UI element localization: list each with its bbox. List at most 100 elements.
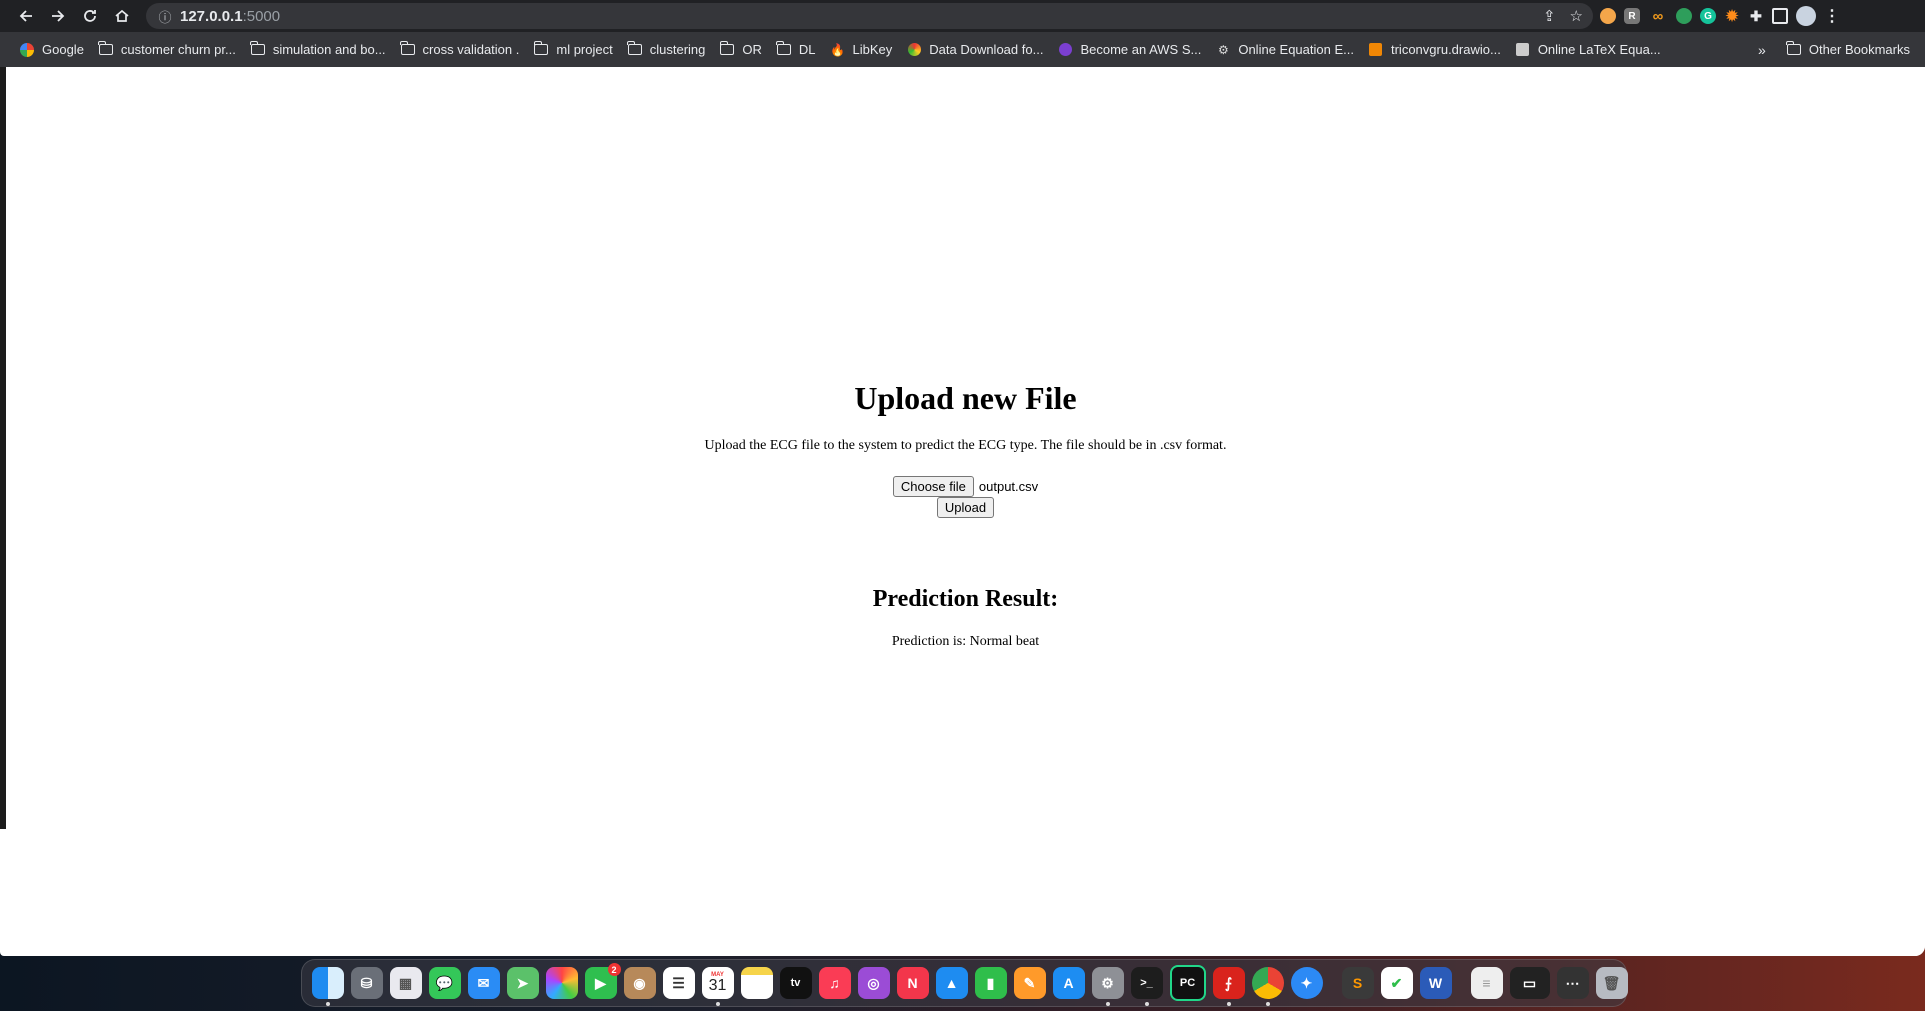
news-icon[interactable]: N — [896, 967, 929, 999]
facetime-icon[interactable]: ▶ 2 — [584, 963, 621, 999]
window-edge — [0, 67, 6, 829]
bookmark-item[interactable]: clustering — [620, 37, 713, 63]
system-settings-icon[interactable]: ⚙ — [1091, 967, 1124, 1006]
choose-file-button[interactable]: Choose file — [892, 476, 974, 497]
folder-icon — [400, 41, 416, 57]
upload-form: Choose file output.csv Upload — [6, 476, 1925, 518]
extension-infinity-icon[interactable]: ∞ — [1648, 8, 1668, 25]
acrobat-icon[interactable]: ⨍ — [1212, 967, 1245, 1006]
page-content: Upload new File Upload the ECG file to t… — [6, 67, 1925, 956]
bookmark-item[interactable]: triconvgru.drawio... — [1361, 37, 1508, 63]
upload-button[interactable]: Upload — [936, 497, 995, 518]
notes-icon[interactable] — [740, 967, 773, 999]
keynote-icon[interactable]: ▲ — [935, 967, 968, 999]
bookmark-item[interactable]: OR — [712, 37, 769, 63]
extension-orange-icon[interactable] — [1600, 8, 1616, 24]
prediction-heading: Prediction Result: — [872, 586, 1059, 612]
bookmark-item[interactable]: cross validation . — [393, 37, 527, 63]
site-info-icon[interactable]: ⓘ — [154, 7, 176, 26]
forward-arrow-icon[interactable] — [42, 0, 74, 32]
maps-icon[interactable]: ➤ — [506, 967, 539, 999]
pages-icon[interactable]: ✎ — [1013, 967, 1046, 999]
bookmark-label: triconvgru.drawio... — [1390, 42, 1501, 57]
address-bar[interactable]: ⓘ 127.0.0.1:5000 ⇪ ☆ — [146, 3, 1593, 29]
apple-tv-icon[interactable]: tv — [779, 967, 812, 999]
home-icon[interactable] — [106, 0, 138, 32]
reload-icon[interactable] — [74, 0, 106, 32]
extension-translate-icon[interactable]: R — [1624, 8, 1640, 24]
bookmark-item[interactable]: ⚙ Online Equation E... — [1208, 37, 1361, 63]
share-icon[interactable]: ⇪ — [1543, 7, 1556, 25]
screen-stack-icon[interactable]: ▭ — [1509, 967, 1550, 999]
downloads-stack-icon[interactable]: ⋯ — [1556, 967, 1589, 999]
bookmark-item[interactable]: Become an AWS S... — [1050, 37, 1208, 63]
bookmark-label: Other Bookmarks — [1808, 42, 1910, 57]
launchpad-icon[interactable]: ▦ — [389, 967, 422, 999]
bookmark-item[interactable]: customer churn pr... — [91, 37, 243, 63]
document-icon[interactable]: ≡ — [1470, 967, 1503, 999]
calendar-icon[interactable]: MAY 31 — [701, 967, 734, 1006]
bookmark-item[interactable]: Data Download fo... — [899, 37, 1050, 63]
folder-icon — [627, 41, 643, 57]
flame-icon: 🔥 — [830, 42, 845, 57]
bookmark-label: cross validation . — [422, 42, 520, 57]
bookmark-item[interactable]: DL — [769, 37, 823, 63]
disk-utility-icon[interactable]: ⛁ — [350, 967, 383, 999]
prediction-result: Prediction is: Normal beat — [891, 634, 1040, 649]
sublime-text-icon[interactable]: S — [1341, 967, 1374, 999]
extensions-area: R ∞ G ✹ ✚ ⋮ — [1600, 0, 1840, 32]
finder-icon[interactable] — [311, 967, 344, 1006]
back-arrow-icon[interactable] — [10, 0, 42, 32]
bookmark-item[interactable]: simulation and bo... — [243, 37, 393, 63]
bookmark-label: ml project — [556, 42, 613, 57]
messages-icon[interactable]: 💬 — [428, 967, 461, 999]
bookmark-label: DL — [798, 42, 816, 57]
chrome-icon[interactable] — [1251, 967, 1284, 1006]
mail-icon[interactable]: ✉ — [467, 967, 500, 999]
music-icon[interactable]: ♫ — [818, 967, 851, 999]
bookmark-label: Become an AWS S... — [1080, 42, 1202, 57]
browser-window: ⓘ 127.0.0.1:5000 ⇪ ☆ R ∞ G ✹ ✚ ⋮ Google c… — [0, 0, 1925, 956]
bookmarks-bar: Google customer churn pr... simulation and… — [0, 32, 1925, 68]
contacts-icon[interactable]: ◉ — [623, 967, 656, 999]
terminal-icon[interactable]: >_ — [1130, 967, 1163, 1006]
bookmark-label: OR — [742, 42, 762, 57]
bookmark-label: Online LaTeX Equa... — [1537, 42, 1661, 57]
more-bookmarks-chevron-icon[interactable]: » — [1758, 32, 1766, 67]
url-host: 127.0.0.1 — [180, 7, 243, 25]
bookmark-item[interactable]: Online LaTeX Equa... — [1508, 37, 1668, 63]
folder-icon — [533, 41, 549, 57]
folder-icon — [719, 41, 735, 57]
photos-icon[interactable] — [545, 967, 578, 999]
podcasts-icon[interactable]: ◎ — [857, 967, 890, 999]
folder-icon — [250, 41, 266, 57]
bookmark-label: clustering — [649, 42, 706, 57]
bookmark-item[interactable]: 🔥 LibKey — [823, 37, 900, 63]
side-panel-icon[interactable] — [1772, 8, 1788, 24]
bookmark-label: Data Download fo... — [929, 42, 1044, 57]
folder-icon — [98, 41, 114, 57]
grammarly-icon[interactable]: G — [1700, 8, 1716, 24]
facetime-badge: 2 — [607, 963, 621, 976]
bookmark-label: LibKey — [852, 42, 893, 57]
reminders-icon[interactable]: ☰ — [662, 967, 695, 999]
url-port: :5000 — [242, 7, 281, 25]
bookmark-star-icon[interactable]: ☆ — [1570, 7, 1583, 25]
bookmark-item[interactable]: ml project — [526, 37, 619, 63]
word-icon[interactable]: W — [1419, 967, 1452, 999]
extension-sun-icon[interactable]: ✹ — [1724, 8, 1740, 25]
numbers-icon[interactable]: ▮ — [974, 967, 1007, 999]
pycharm-icon[interactable]: PC — [1169, 965, 1206, 1001]
profile-avatar[interactable] — [1796, 6, 1816, 26]
menu-kebab-icon[interactable]: ⋮ — [1824, 8, 1840, 25]
aws-icon — [1057, 43, 1073, 57]
bookmark-item[interactable]: Google — [12, 37, 91, 63]
safari-icon[interactable]: ✦ — [1290, 967, 1323, 999]
app-store-icon[interactable]: A — [1052, 967, 1085, 999]
security-shield-icon[interactable]: ✔ — [1380, 967, 1413, 999]
extension-green-icon[interactable] — [1676, 8, 1692, 24]
extensions-puzzle-icon[interactable]: ✚ — [1748, 8, 1764, 24]
other-bookmarks[interactable]: Other Bookmarks — [1779, 37, 1917, 63]
bookmark-label: customer churn pr... — [120, 42, 236, 57]
trash-icon[interactable]: 🗑 — [1595, 967, 1628, 999]
